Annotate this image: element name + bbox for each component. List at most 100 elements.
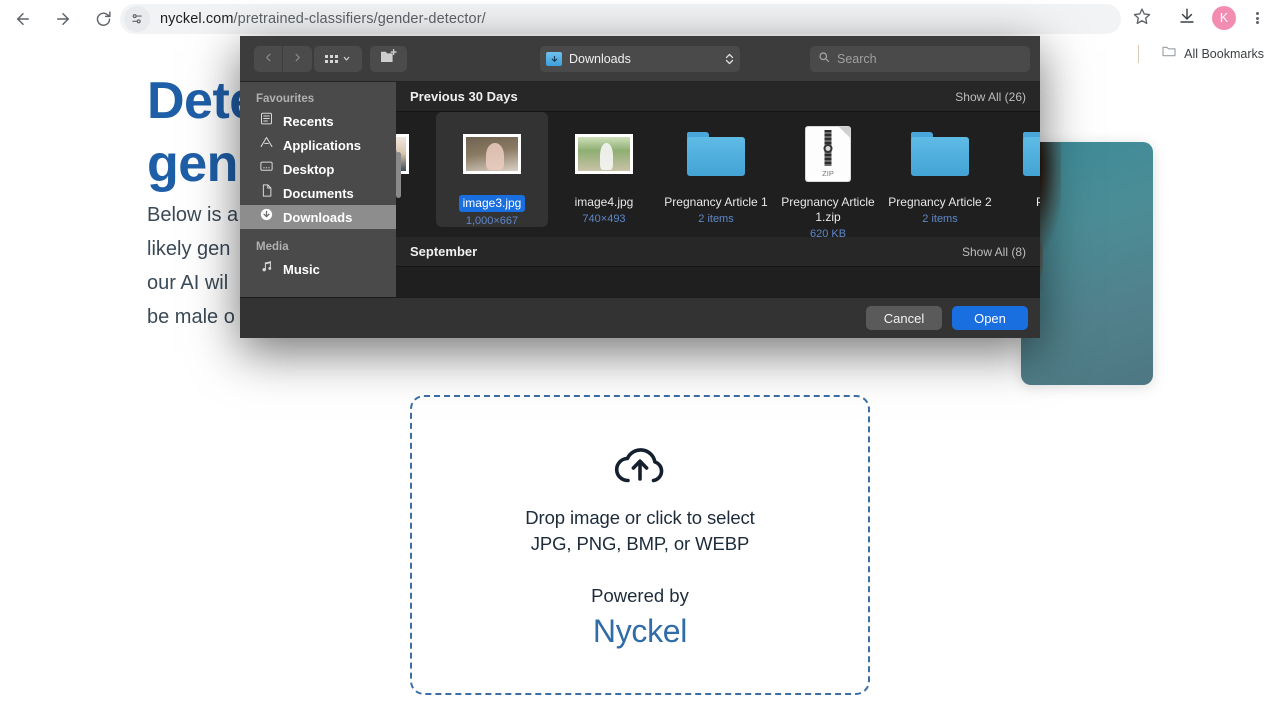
location-dropdown[interactable]: Downloads [540,46,740,72]
profile-avatar[interactable]: K [1212,6,1236,30]
browser-toolbar: nyckel.com/pretrained-classifiers/gender… [0,0,1280,37]
cancel-button[interactable]: Cancel [866,306,942,330]
file-name: Pregnancy Article 2 [888,195,991,210]
file-item[interactable]: Pregn [996,112,1040,213]
sidebar-item-label: Music [283,262,320,277]
sidebar-item-label: Desktop [283,162,334,177]
new-folder-button[interactable] [370,46,407,72]
three-dot-menu-icon[interactable] [1244,5,1270,31]
all-bookmarks-label: All Bookmarks [1184,47,1264,61]
section-header-september: September Show All (8) [396,237,1040,267]
file-dialog-forward-button[interactable] [283,46,312,72]
file-meta: 2 items [698,213,733,225]
folder-thumbnail [1023,122,1040,186]
folder-icon [1161,43,1177,64]
bookmark-star-icon [1133,7,1151,30]
file-name: image4.jpg [575,195,634,210]
grid-view-icon [325,55,338,63]
sidebar-item-applications[interactable]: Applications [240,133,396,157]
bookmark-star-button[interactable] [1128,4,1156,32]
image-dropzone[interactable]: Drop image or click to select JPG, PNG, … [410,395,870,695]
search-icon [818,50,830,68]
folder-thumbnail [911,122,969,186]
documents-icon [259,183,274,203]
sidebar-item-label: Recents [283,114,334,129]
horizontal-scroll-indicator[interactable] [396,152,401,198]
page-body-text: Below is a likely gen our AI wil be male… [147,198,238,334]
file-name: Pregn [1036,195,1040,210]
downloads-arrow-icon [259,207,274,227]
view-mode-button[interactable] [314,46,362,72]
section-header-previous-30-days: Previous 30 Days Show All (26) [396,82,1040,112]
music-note-icon [259,259,274,279]
open-button[interactable]: Open [952,306,1028,330]
url-host: nyckel.com [160,11,234,27]
bookmarks-separator [1138,45,1139,63]
address-bar-text: nyckel.com/pretrained-classifiers/gender… [160,11,486,27]
location-label: Downloads [569,52,725,66]
forward-button[interactable] [46,2,80,36]
cloud-upload-icon [611,440,669,493]
nyckel-brand: Nyckel [593,613,687,650]
file-row: .jpg 08 image3.jpg 1,000×667 image4.jpg … [396,112,1040,237]
screen-root: nyckel.com/pretrained-classifiers/gender… [0,0,1280,706]
file-dialog-back-button[interactable] [254,46,283,72]
file-item[interactable]: Pregnancy Article 2 2 items [884,112,996,225]
file-meta: 1,000×667 [466,215,518,227]
file-thumbnail [575,122,633,186]
file-meta: 740×493 [582,213,625,225]
file-item[interactable]: .jpg 08 [396,112,436,225]
navigation-button-group [254,46,312,72]
sidebar-item-label: Applications [283,138,361,153]
desktop-icon [259,159,274,179]
file-name: Pregnancy Article 1.zip [776,195,880,225]
downloads-folder-icon [546,52,562,66]
file-name: image3.jpg [459,195,526,212]
chevron-right-icon [292,50,303,68]
forward-arrow-icon [54,10,72,28]
section-title: September [410,244,477,259]
file-meta: 2 items [922,213,957,225]
file-picker-dialog: Downloads Search Favourites Recents [240,36,1040,338]
show-all-button[interactable]: Show All (8) [962,245,1026,259]
sidebar-item-desktop[interactable]: Desktop [240,157,396,181]
applications-icon [259,135,274,155]
reload-button[interactable] [86,2,120,36]
chevron-down-icon [342,50,351,68]
hero-image [1021,142,1153,385]
url-path: /pretrained-classifiers/gender-detector/ [234,11,486,27]
sidebar-item-documents[interactable]: Documents [240,181,396,205]
reload-icon [95,10,112,27]
back-button[interactable] [6,2,40,36]
folder-thumbnail [687,122,745,186]
back-arrow-icon [14,10,32,28]
sidebar-item-label: Documents [283,186,354,201]
powered-by-label: Powered by [591,585,689,607]
address-bar[interactable]: nyckel.com/pretrained-classifiers/gender… [120,4,1121,34]
file-meta: 620 KB [810,228,846,237]
file-item[interactable]: ZIP Pregnancy Article 1.zip 620 KB [772,112,884,237]
sidebar-group-favourites-title: Favourites [240,88,396,109]
file-dialog-footer: Cancel Open [240,297,1040,338]
new-folder-icon [380,49,397,69]
sidebar-item-recents[interactable]: Recents [240,109,396,133]
file-name: Pregnancy Article 1 [664,195,767,210]
downloads-icon [1178,7,1196,30]
search-input[interactable]: Search [810,46,1030,72]
all-bookmarks-button[interactable]: All Bookmarks [1153,39,1272,68]
sidebar-group-media-title: Media [240,236,396,257]
chevron-left-icon [263,50,274,68]
file-item[interactable]: Pregnancy Article 1 2 items [660,112,772,225]
site-settings-icon[interactable] [124,6,150,32]
dropzone-formats: JPG, PNG, BMP, or WEBP [531,533,749,555]
file-item-selected[interactable]: image3.jpg 1,000×667 [436,112,548,227]
file-dialog-toolbar: Downloads Search [240,36,1040,82]
downloads-button[interactable] [1174,5,1200,31]
show-all-button[interactable]: Show All (26) [955,90,1026,104]
dropzone-instruction: Drop image or click to select [525,507,754,529]
file-item[interactable]: image4.jpg 740×493 [548,112,660,225]
zip-thumbnail: ZIP [806,122,850,186]
section-title: Previous 30 Days [410,89,518,104]
sidebar-item-downloads[interactable]: Downloads [240,205,396,229]
sidebar-item-music[interactable]: Music [240,257,396,281]
